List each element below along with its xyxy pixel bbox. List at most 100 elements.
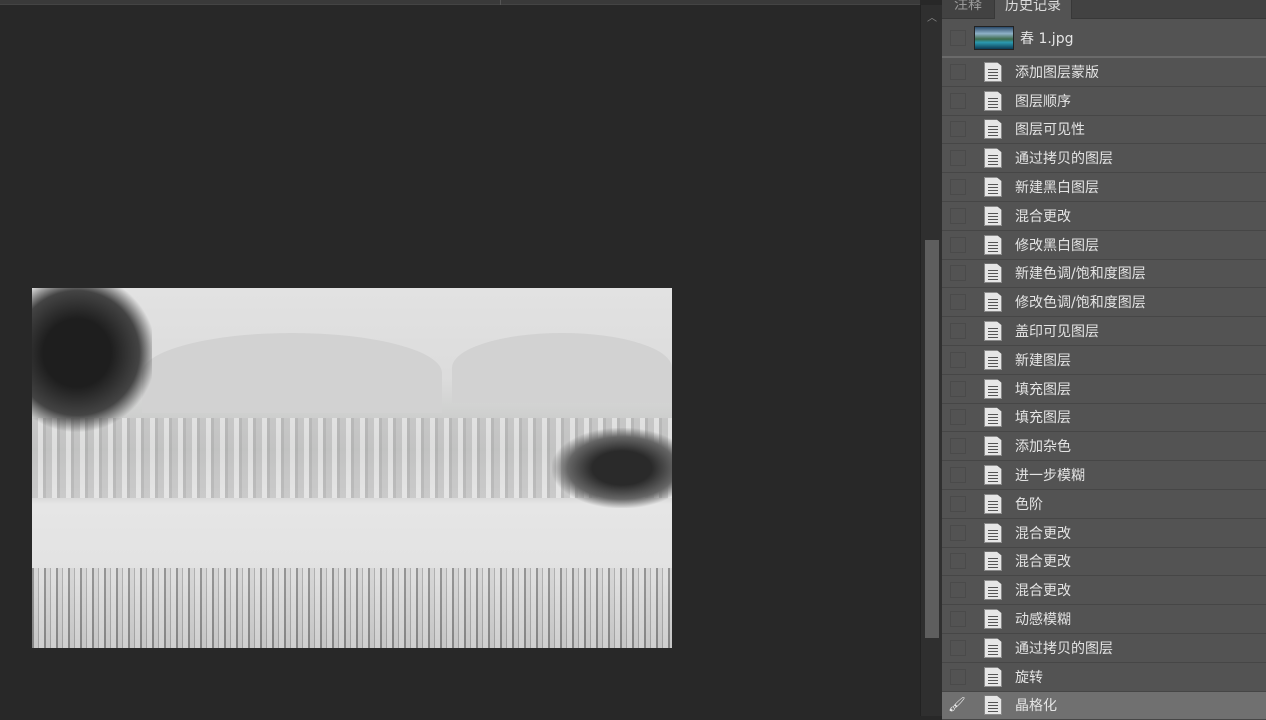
mountain-right bbox=[452, 333, 672, 403]
history-source-checkbox[interactable] bbox=[950, 351, 966, 368]
history-state-row[interactable]: 新建色调/饱和度图层 bbox=[942, 260, 1266, 289]
history-state-row[interactable]: 混合更改 bbox=[942, 202, 1266, 231]
snapshot-source-checkbox[interactable] bbox=[950, 29, 966, 46]
history-state-label: 旋转 bbox=[1015, 669, 1043, 686]
history-state-row[interactable]: 混合更改 bbox=[942, 548, 1266, 577]
history-state-row[interactable]: 混合更改 bbox=[942, 576, 1266, 606]
history-state-row[interactable]: 色阶 bbox=[942, 490, 1266, 519]
history-state-label: 混合更改 bbox=[1015, 554, 1071, 571]
history-source-checkbox[interactable] bbox=[950, 236, 966, 253]
history-source-checkbox[interactable] bbox=[950, 265, 966, 282]
document-state-icon bbox=[984, 695, 1002, 716]
history-state-row[interactable]: 通过拷贝的图层 bbox=[942, 144, 1266, 174]
mountain-left bbox=[142, 333, 442, 413]
history-source-checkbox[interactable] bbox=[950, 294, 966, 311]
history-state-label: 晶格化 bbox=[1015, 698, 1057, 715]
snapshot-label: 春 1.jpg bbox=[1020, 30, 1074, 47]
history-state-label: 动感模糊 bbox=[1015, 612, 1071, 629]
document-state-icon bbox=[984, 407, 1002, 428]
history-state-label: 修改黑白图层 bbox=[1015, 237, 1099, 254]
history-source-checkbox[interactable] bbox=[950, 639, 966, 656]
history-source-checkbox[interactable] bbox=[950, 179, 966, 196]
history-state-label: 添加图层蒙版 bbox=[1015, 64, 1099, 81]
history-source-checkbox[interactable] bbox=[950, 92, 966, 109]
history-state-label: 填充图层 bbox=[1015, 381, 1071, 398]
history-source-checkbox[interactable] bbox=[950, 467, 966, 484]
history-state-row[interactable]: 填充图层 bbox=[942, 375, 1266, 404]
tree-right bbox=[552, 428, 672, 508]
history-state-row[interactable]: 混合更改 bbox=[942, 519, 1266, 548]
history-source-checkbox[interactable] bbox=[950, 323, 966, 340]
history-source-checkbox[interactable] bbox=[950, 582, 966, 599]
history-source-checkbox[interactable] bbox=[950, 150, 966, 167]
document-state-icon bbox=[984, 119, 1002, 140]
history-state-label: 盖印可见图层 bbox=[1015, 324, 1099, 341]
history-state-label: 图层可见性 bbox=[1015, 122, 1085, 139]
document-state-icon bbox=[984, 493, 1002, 514]
history-source-checkbox[interactable] bbox=[950, 409, 966, 426]
tab-history[interactable]: 历史记录 bbox=[994, 0, 1072, 19]
history-state-row[interactable]: 图层顺序 bbox=[942, 87, 1266, 116]
panel-tabs: 注释 历史记录 bbox=[942, 0, 1266, 19]
document-state-icon bbox=[984, 465, 1002, 486]
history-state-row[interactable]: 新建黑白图层 bbox=[942, 173, 1266, 202]
history-state-row[interactable]: 填充图层 bbox=[942, 404, 1266, 433]
history-state-row[interactable]: 修改色调/饱和度图层 bbox=[942, 288, 1266, 318]
history-state-row[interactable]: 添加杂色 bbox=[942, 432, 1266, 462]
history-state-label: 混合更改 bbox=[1015, 583, 1071, 600]
document-state-icon bbox=[984, 436, 1002, 457]
document-state-icon bbox=[984, 522, 1002, 543]
document-state-icon bbox=[984, 205, 1002, 226]
history-state-label: 添加杂色 bbox=[1015, 439, 1071, 456]
history-state-row[interactable]: 修改黑白图层 bbox=[942, 231, 1266, 260]
history-state-label: 混合更改 bbox=[1015, 525, 1071, 542]
history-source-checkbox[interactable] bbox=[950, 611, 966, 628]
history-state-row[interactable]: 旋转 bbox=[942, 663, 1266, 692]
history-brush-icon[interactable]: 🖌 bbox=[948, 697, 966, 713]
tab-notes[interactable]: 注释 bbox=[944, 0, 992, 19]
document-state-icon bbox=[984, 90, 1002, 111]
history-state-label: 新建色调/饱和度图层 bbox=[1015, 266, 1146, 283]
history-state-label: 色阶 bbox=[1015, 496, 1043, 513]
tree-left bbox=[32, 288, 152, 438]
history-state-row[interactable]: 通过拷贝的图层 bbox=[942, 634, 1266, 663]
history-state-row[interactable]: 添加图层蒙版 bbox=[942, 58, 1266, 87]
snapshot-row[interactable]: 春 1.jpg bbox=[942, 19, 1266, 58]
document-state-icon bbox=[984, 349, 1002, 370]
history-source-checkbox[interactable] bbox=[950, 207, 966, 224]
history-state-row[interactable]: 进一步模糊 bbox=[942, 461, 1266, 490]
document-state-icon bbox=[984, 177, 1002, 198]
history-source-checkbox[interactable] bbox=[950, 495, 966, 512]
history-source-checkbox[interactable] bbox=[950, 668, 966, 685]
history-state-label: 混合更改 bbox=[1015, 208, 1071, 225]
history-source-checkbox[interactable] bbox=[950, 553, 966, 570]
history-state-row[interactable]: 新建图层 bbox=[942, 346, 1266, 375]
history-source-checkbox[interactable] bbox=[950, 63, 966, 80]
document-state-icon bbox=[984, 148, 1002, 169]
history-source-checkbox[interactable] bbox=[950, 380, 966, 397]
history-state-row[interactable]: 图层可见性 bbox=[942, 116, 1266, 145]
history-state-label: 填充图层 bbox=[1015, 410, 1071, 427]
document-state-icon bbox=[984, 292, 1002, 313]
document-state-icon bbox=[984, 551, 1002, 572]
history-state-label: 新建黑白图层 bbox=[1015, 180, 1099, 197]
history-state-row[interactable]: 动感模糊 bbox=[942, 605, 1266, 634]
document-state-icon bbox=[984, 580, 1002, 601]
document-state-icon bbox=[984, 609, 1002, 630]
document-state-icon bbox=[984, 321, 1002, 342]
document-state-icon bbox=[984, 666, 1002, 687]
document-state-icon bbox=[984, 637, 1002, 658]
snapshot-thumbnail bbox=[974, 25, 1014, 50]
reeds bbox=[32, 568, 672, 648]
history-source-checkbox[interactable] bbox=[950, 524, 966, 541]
document-state-icon bbox=[984, 378, 1002, 399]
history-source-checkbox[interactable] bbox=[950, 121, 966, 138]
history-state-label: 图层顺序 bbox=[1015, 93, 1071, 110]
vertical-scrollbar[interactable]: ︿ bbox=[920, 5, 942, 716]
scroll-up-icon[interactable]: ︿ bbox=[921, 9, 943, 24]
history-state-row[interactable]: 盖印可见图层 bbox=[942, 317, 1266, 346]
history-source-checkbox[interactable] bbox=[950, 438, 966, 455]
scrollbar-thumb[interactable] bbox=[925, 240, 939, 638]
document-image[interactable] bbox=[32, 288, 672, 648]
history-state-label: 新建图层 bbox=[1015, 352, 1071, 369]
